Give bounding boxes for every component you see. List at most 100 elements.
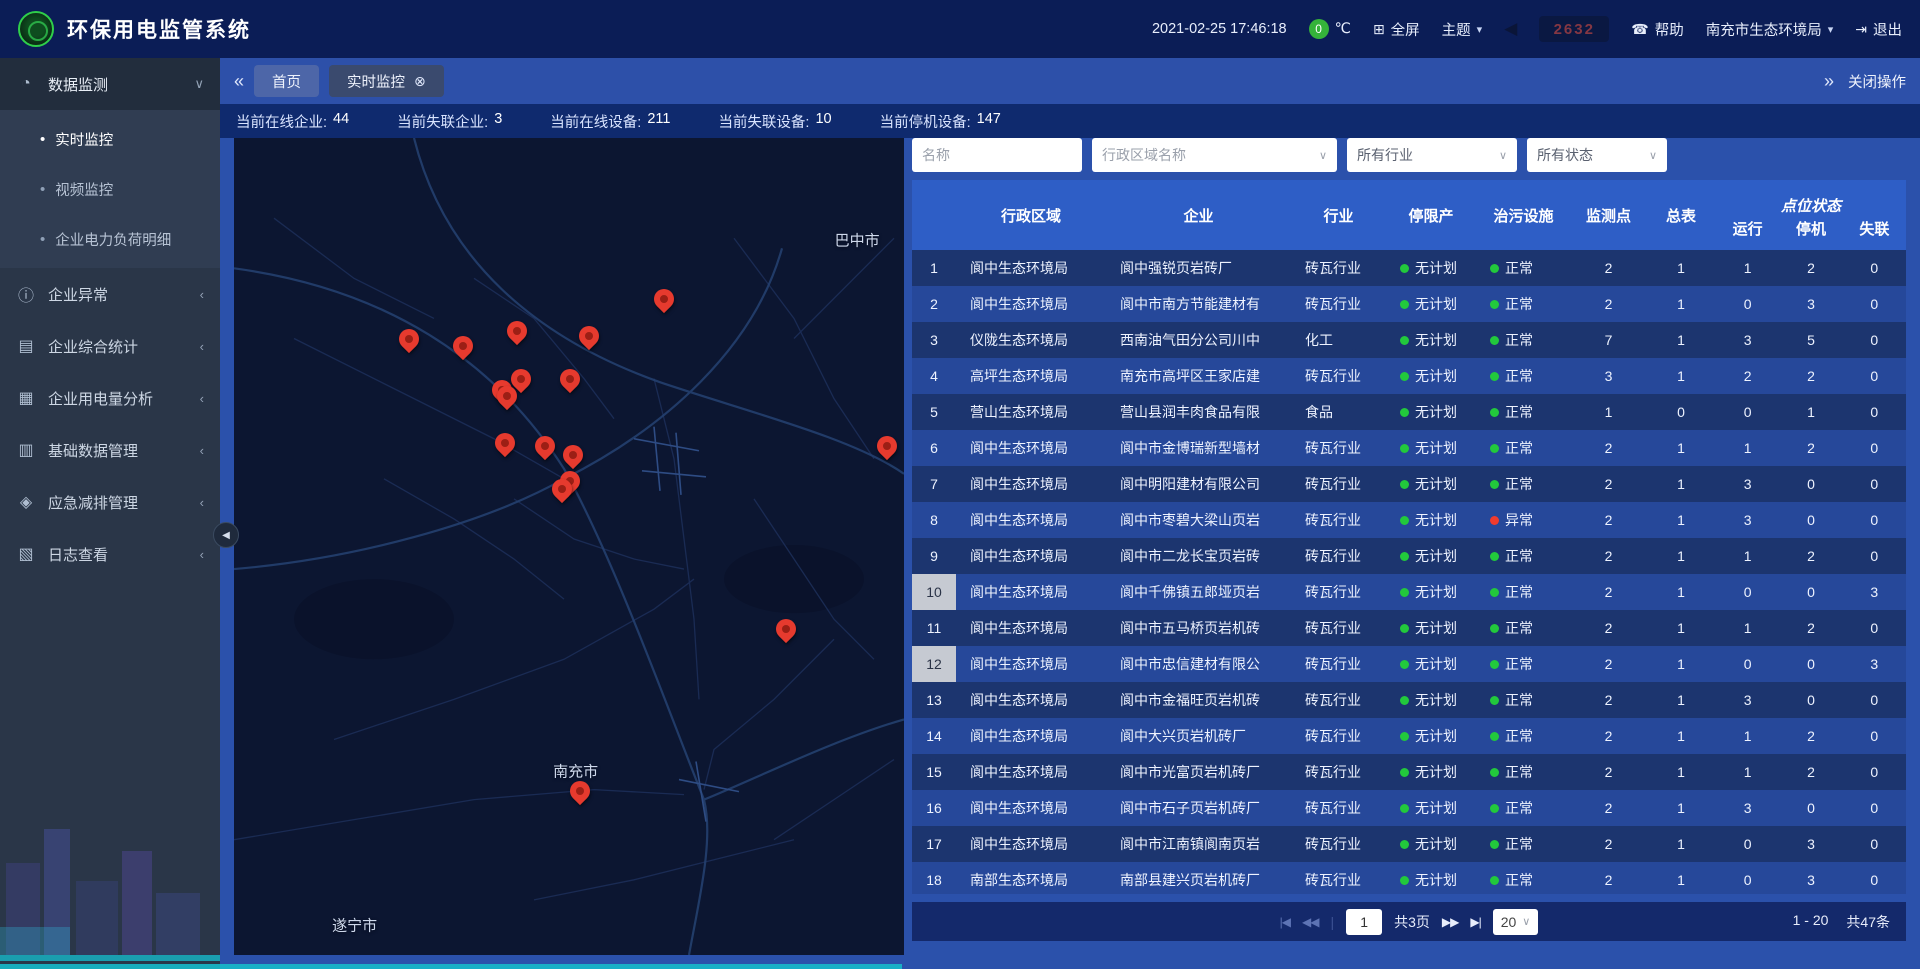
tab-home[interactable]: 首页 bbox=[254, 65, 319, 97]
tab-realtime-monitor[interactable]: 实时监控 ⊗ bbox=[329, 65, 444, 97]
sidebar-item-power-analysis[interactable]: ▦ 企业用电量分析 ‹ bbox=[0, 372, 220, 424]
sidebar-item-data-monitor[interactable]: ◔ 数据监测 ∨ bbox=[0, 58, 220, 110]
sidebar-collapse-toggle[interactable]: ◀ bbox=[213, 522, 239, 548]
row-running-cell: 3 bbox=[1716, 502, 1779, 538]
sidebar-subitem-video-monitor[interactable]: • 视频监控 bbox=[0, 164, 220, 214]
row-company-cell: 南充市高坪区王家店建 bbox=[1106, 358, 1291, 394]
table-row[interactable]: 7阆中生态环境局阆中明阳建材有限公司砖瓦行业无计划正常21300 bbox=[912, 466, 1906, 502]
row-industry-cell: 砖瓦行业 bbox=[1291, 718, 1386, 754]
sidebar-subitem-power-load-detail[interactable]: • 企业电力负荷明细 bbox=[0, 214, 220, 264]
sidebar-item-company-abnormal[interactable]: ⓘ 企业异常 ‹ bbox=[0, 268, 220, 320]
map-marker-icon[interactable] bbox=[449, 332, 477, 360]
sidebar-item-label: 应急减排管理 bbox=[48, 492, 188, 513]
row-running-cell: 2 bbox=[1716, 358, 1779, 394]
map-marker-icon[interactable] bbox=[650, 285, 678, 313]
page-number-input[interactable] bbox=[1346, 909, 1382, 935]
name-filter-input[interactable] bbox=[912, 138, 1082, 172]
table-row[interactable]: 5营山生态环境局营山县润丰肉食品有限食品无计划正常10010 bbox=[912, 394, 1906, 430]
page-size-select[interactable]: 20 ∨ bbox=[1493, 909, 1539, 935]
row-meters-cell: 1 bbox=[1646, 502, 1716, 538]
map-marker-icon[interactable] bbox=[873, 432, 901, 460]
table-row[interactable]: 12阆中生态环境局阆中市忠信建材有限公砖瓦行业无计划正常21003 bbox=[912, 646, 1906, 682]
table-row[interactable]: 1阆中生态环境局阆中强锐页岩砖厂砖瓦行业无计划正常21120 bbox=[912, 250, 1906, 286]
table-row[interactable]: 6阆中生态环境局阆中市金博瑞新型墙材砖瓦行业无计划正常21120 bbox=[912, 430, 1906, 466]
table-row[interactable]: 14阆中生态环境局阆中大兴页岩机砖厂砖瓦行业无计划正常21120 bbox=[912, 718, 1906, 754]
row-number-cell: 11 bbox=[912, 610, 956, 646]
col-industry: 行业 bbox=[1291, 180, 1386, 250]
logout-button[interactable]: ⇥ 退出 bbox=[1855, 19, 1902, 40]
table-row[interactable]: 18南部生态环境局南部县建兴页岩机砖厂砖瓦行业无计划正常21030 bbox=[912, 862, 1906, 894]
table-row[interactable]: 11阆中生态环境局阆中市五马桥页岩机砖砖瓦行业无计划正常21120 bbox=[912, 610, 1906, 646]
table-row[interactable]: 8阆中生态环境局阆中市枣碧大梁山页岩砖瓦行业无计划异常21300 bbox=[912, 502, 1906, 538]
help-button[interactable]: ☎ 帮助 bbox=[1631, 19, 1683, 40]
table-row[interactable]: 16阆中生态环境局阆中市石子页岩机砖厂砖瓦行业无计划正常21300 bbox=[912, 790, 1906, 826]
page-first-button[interactable]: |◀ bbox=[1280, 915, 1290, 929]
mute-button[interactable]: ◀ bbox=[1504, 19, 1517, 39]
status-filter-select[interactable]: 所有状态 ∨ bbox=[1527, 138, 1667, 172]
close-operations-button[interactable]: 关闭操作 bbox=[1848, 71, 1906, 92]
row-limit-cell: 无计划 bbox=[1386, 538, 1476, 574]
org-dropdown[interactable]: 南充市生态环境局 ▾ bbox=[1706, 19, 1834, 40]
row-number-cell: 9 bbox=[912, 538, 956, 574]
row-region-cell: 阆中生态环境局 bbox=[956, 790, 1106, 826]
row-meters-cell: 1 bbox=[1646, 790, 1716, 826]
status-dot bbox=[1400, 552, 1409, 561]
stat-label: 当前在线设备: bbox=[550, 111, 641, 132]
close-icon[interactable]: ⊗ bbox=[414, 73, 426, 90]
row-company-cell: 阆中市枣碧大梁山页岩 bbox=[1106, 502, 1291, 538]
region-filter-select[interactable]: 行政区域名称 ∨ bbox=[1092, 138, 1337, 172]
sidebar-item-emergency-management[interactable]: ◈ 应急减排管理 ‹ bbox=[0, 476, 220, 528]
table-row[interactable]: 10阆中生态环境局阆中千佛镇五郎垭页岩砖瓦行业无计划正常21003 bbox=[912, 574, 1906, 610]
stat-value: 3 bbox=[494, 111, 502, 132]
row-facility-cell: 正常 bbox=[1476, 538, 1571, 574]
table-row[interactable]: 3仪陇生态环境局西南油气田分公司川中化工无计划正常71350 bbox=[912, 322, 1906, 358]
fullscreen-button[interactable]: ⊞ 全屏 bbox=[1373, 19, 1420, 40]
status-dot bbox=[1400, 588, 1409, 597]
map-city-label: 遂宁市 bbox=[332, 914, 377, 935]
map-marker-icon[interactable] bbox=[491, 429, 519, 457]
sidebar-item-base-data[interactable]: ▥ 基础数据管理 ‹ bbox=[0, 424, 220, 476]
page-last-button[interactable]: ▶| bbox=[1470, 915, 1480, 929]
row-industry-cell: 砖瓦行业 bbox=[1291, 502, 1386, 538]
map-marker-icon[interactable] bbox=[531, 432, 559, 460]
theme-dropdown[interactable]: 主题 ▾ bbox=[1442, 19, 1483, 40]
map-marker-icon[interactable] bbox=[772, 614, 800, 642]
industry-filter-select[interactable]: 所有行业 ∨ bbox=[1347, 138, 1517, 172]
row-industry-cell: 砖瓦行业 bbox=[1291, 862, 1386, 894]
map-marker-icon[interactable] bbox=[556, 364, 584, 392]
map-marker-icon[interactable] bbox=[503, 317, 531, 345]
row-meters-cell: 1 bbox=[1646, 718, 1716, 754]
row-stopped-cell: 2 bbox=[1779, 718, 1842, 754]
page-next-button[interactable]: ▶▶ bbox=[1442, 915, 1458, 929]
status-dot bbox=[1490, 588, 1499, 597]
row-meters-cell: 1 bbox=[1646, 358, 1716, 394]
map-panel[interactable]: 巴中市南充市遂宁市 bbox=[234, 138, 904, 955]
sidebar-item-logs[interactable]: ▧ 日志查看 ‹ bbox=[0, 528, 220, 580]
page-prev-button[interactable]: ◀◀ bbox=[1302, 915, 1318, 929]
tabs-scroll-left-button[interactable]: « bbox=[234, 72, 244, 90]
table-row[interactable]: 17阆中生态环境局阆中市江南镇阆南页岩砖瓦行业无计划正常21030 bbox=[912, 826, 1906, 862]
row-industry-cell: 砖瓦行业 bbox=[1291, 610, 1386, 646]
col-meters: 总表 bbox=[1646, 180, 1716, 250]
table-row[interactable]: 13阆中生态环境局阆中市金福旺页岩机砖砖瓦行业无计划正常21300 bbox=[912, 682, 1906, 718]
stat-label: 当前停机设备: bbox=[880, 111, 971, 132]
row-number-cell: 15 bbox=[912, 754, 956, 790]
sidebar-subitem-realtime-monitor[interactable]: • 实时监控 bbox=[0, 114, 220, 164]
table-row[interactable]: 4高坪生态环境局南充市高坪区王家店建砖瓦行业无计划正常31220 bbox=[912, 358, 1906, 394]
row-points-cell: 2 bbox=[1571, 502, 1646, 538]
map-marker-icon[interactable] bbox=[559, 440, 587, 468]
alarm-counter[interactable]: 2632 bbox=[1539, 16, 1609, 42]
table-row[interactable]: 2阆中生态环境局阆中市南方节能建材有砖瓦行业无计划正常21030 bbox=[912, 286, 1906, 322]
table-row[interactable]: 9阆中生态环境局阆中市二龙长宝页岩砖砖瓦行业无计划正常21120 bbox=[912, 538, 1906, 574]
row-running-cell: 0 bbox=[1716, 862, 1779, 894]
tabs-scroll-right-button[interactable]: » bbox=[1824, 72, 1834, 90]
table-row[interactable]: 15阆中生态环境局阆中市光富页岩机砖厂砖瓦行业无计划正常21120 bbox=[912, 754, 1906, 790]
row-running-cell: 0 bbox=[1716, 826, 1779, 862]
row-facility-cell: 正常 bbox=[1476, 250, 1571, 286]
map-marker-icon[interactable] bbox=[395, 325, 423, 353]
row-facility-cell: 正常 bbox=[1476, 466, 1571, 502]
row-number-cell: 13 bbox=[912, 682, 956, 718]
map-marker-icon[interactable] bbox=[575, 322, 603, 350]
sidebar-item-company-stats[interactable]: ▤ 企业综合统计 ‹ bbox=[0, 320, 220, 372]
row-meters-cell: 1 bbox=[1646, 286, 1716, 322]
